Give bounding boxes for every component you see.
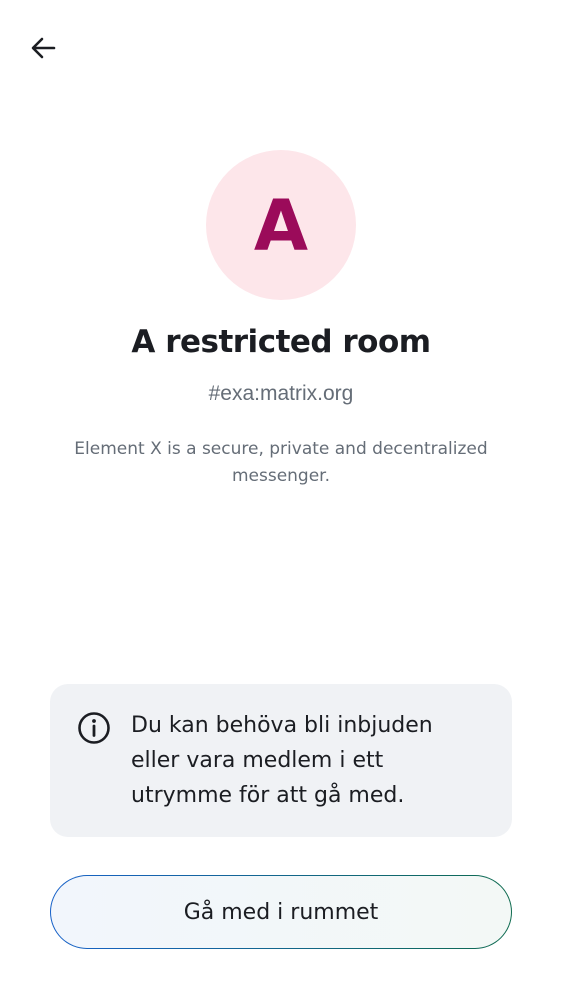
avatar-letter: A (253, 185, 309, 267)
arrow-left-icon (29, 34, 57, 67)
join-room-button[interactable]: Gå med i rummet (50, 875, 512, 949)
info-icon (77, 711, 111, 745)
room-alias: #exa:matrix.org (208, 382, 354, 405)
room-topic: Element X is a secure, private and decen… (74, 439, 488, 486)
back-button[interactable] (22, 29, 64, 71)
join-room-label: Gå med i rummet (183, 899, 379, 925)
join-restriction-notice: Du kan behöva bli inbjuden eller vara me… (50, 684, 512, 837)
room-name: A restricted room (131, 324, 431, 360)
room-avatar: A (206, 150, 356, 300)
join-room-screen: A A restricted room #exa:matrix.org Elem… (0, 0, 562, 1000)
notice-text: Du kan behöva bli inbjuden eller vara me… (131, 713, 433, 808)
